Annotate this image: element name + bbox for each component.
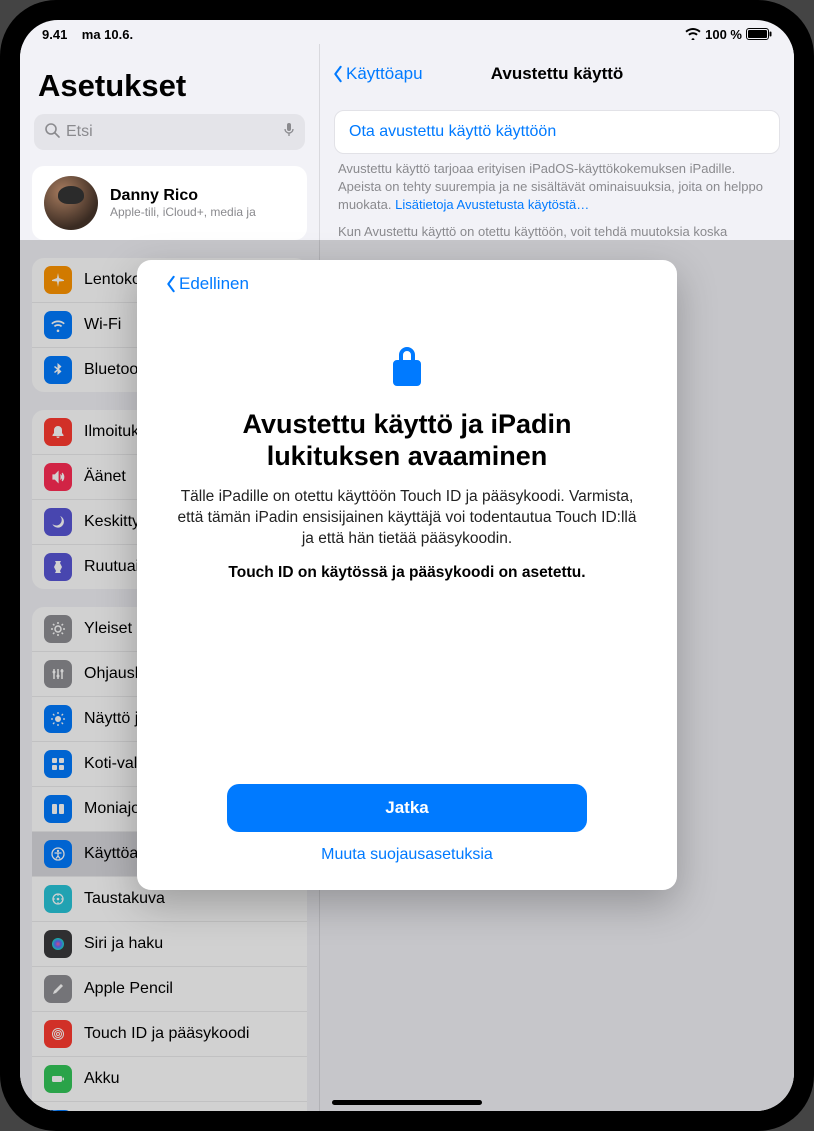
ipad-frame: 9.41 ma 10.6. 100 % Asetukset: [0, 0, 814, 1131]
screen: 9.41 ma 10.6. 100 % Asetukset: [20, 20, 794, 1111]
account-card[interactable]: Danny Rico Apple-tili, iCloud+, media ja: [32, 166, 307, 240]
search-icon: [44, 122, 60, 143]
status-bar: 9.41 ma 10.6. 100 %: [20, 20, 794, 44]
wifi-icon: [685, 28, 701, 40]
modal-back-label: Edellinen: [179, 274, 249, 294]
account-name: Danny Rico: [110, 187, 256, 205]
status-right: 100 %: [685, 27, 772, 42]
status-time: 9.41: [42, 27, 67, 42]
assistive-description-2: Kun Avustettu käyttö on otettu käyttöön,…: [338, 223, 776, 241]
battery-percent: 100 %: [705, 27, 742, 42]
chevron-left-icon: [165, 275, 177, 293]
lock-icon: [387, 342, 427, 390]
account-sub: Apple-tili, iCloud+, media ja: [110, 205, 256, 219]
page-title: Asetukset: [32, 58, 307, 114]
battery-icon: [746, 28, 772, 40]
search-input[interactable]: Etsi: [34, 114, 305, 150]
status-date: ma 10.6.: [82, 27, 133, 42]
home-indicator[interactable]: [332, 1100, 482, 1105]
modal-status-text: Touch ID on käytössä ja pääsykoodi on as…: [228, 564, 585, 582]
enable-assistive-access-row[interactable]: Ota avustettu käyttö käyttöön: [334, 110, 780, 154]
mic-icon[interactable]: [283, 122, 295, 143]
assistive-description: Avustettu käyttö tarjoaa erityisen iPadO…: [338, 160, 776, 215]
status-left: 9.41 ma 10.6.: [42, 27, 133, 42]
avatar: [44, 176, 98, 230]
change-security-settings-link[interactable]: Muuta suojausasetuksia: [321, 846, 493, 864]
modal-title: Avustettu käyttö ja iPadin lukituksen av…: [242, 408, 571, 473]
search-placeholder: Etsi: [66, 123, 283, 141]
assistive-setup-modal: Edellinen Avustettu käyttö ja iPadin luk…: [137, 260, 677, 890]
learn-more-link[interactable]: Lisätietoja Avustetusta käytöstä…: [395, 197, 589, 212]
enable-label: Ota avustettu käyttö käyttöön: [349, 123, 556, 140]
modal-back-button[interactable]: Edellinen: [165, 274, 649, 294]
modal-body-text: Tälle iPadille on otettu käyttöön Touch …: [165, 487, 649, 550]
continue-button[interactable]: Jatka: [227, 784, 587, 832]
detail-header: Käyttöapu Avustettu käyttö: [320, 52, 794, 96]
detail-title: Avustettu käyttö: [320, 64, 794, 84]
